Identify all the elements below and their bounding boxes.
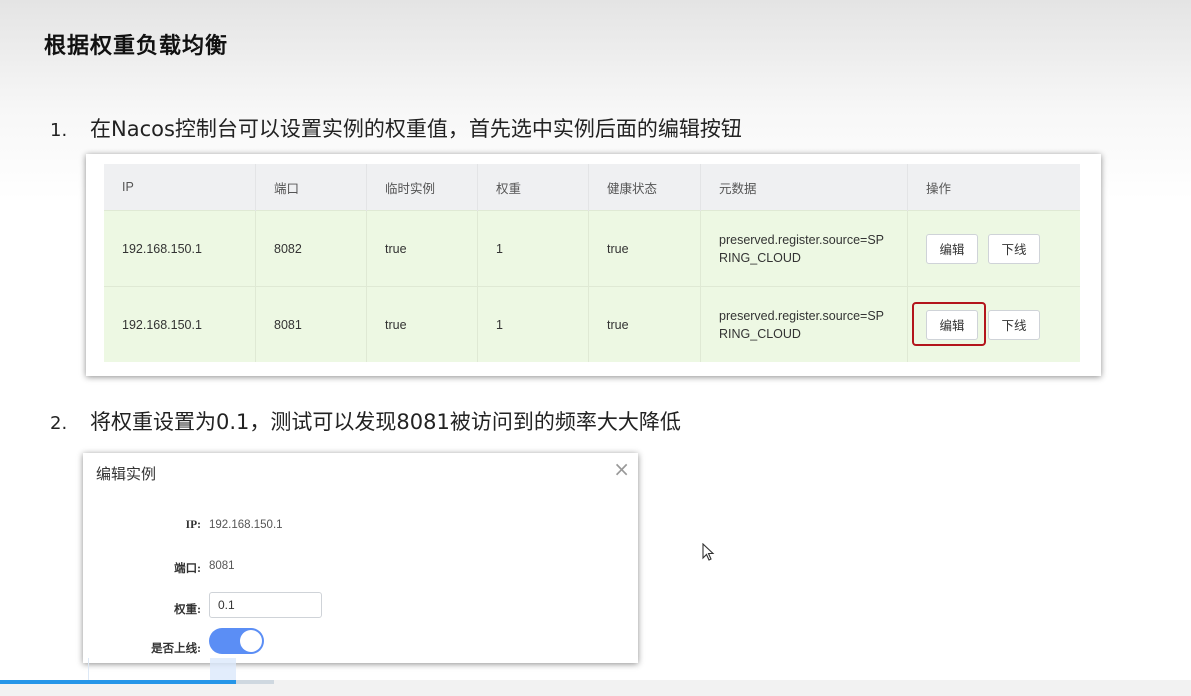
cell-metadata: preserved.register.source=SPRING_CLOUD bbox=[700, 210, 908, 287]
cell-ephemeral: true bbox=[366, 210, 478, 287]
weight-label: 权重: bbox=[174, 604, 201, 616]
cell-weight: 1 bbox=[477, 210, 589, 287]
cell-port: 8082 bbox=[255, 210, 367, 287]
edit-button-highlight bbox=[912, 302, 986, 346]
table-header-row: IP 端口 临时实例 权重 健康状态 元数据 操作 bbox=[104, 164, 1080, 211]
dialog-title: 编辑实例 bbox=[96, 465, 157, 483]
col-header-healthy: 健康状态 bbox=[588, 164, 701, 211]
weight-input[interactable] bbox=[209, 592, 322, 618]
step-2-text: 将权重设置为0.1，测试可以发现8081被访问到的频率大大降低 bbox=[90, 410, 681, 434]
cell-healthy: true bbox=[588, 286, 701, 362]
step-2: 2. 将权重设置为0.1，测试可以发现8081被访问到的频率大大降低 bbox=[50, 406, 681, 436]
edit-button[interactable]: 编辑 bbox=[926, 233, 978, 264]
col-header-port: 端口 bbox=[255, 164, 367, 211]
edit-instance-dialog: 编辑实例 × IP: 192.168.150.1 端口: 8081 权重: 是否… bbox=[83, 453, 638, 663]
cell-ip: 192.168.150.1 bbox=[104, 210, 256, 287]
port-label: 端口: bbox=[174, 563, 201, 575]
cell-weight: 1 bbox=[477, 286, 589, 362]
col-header-actions: 操作 bbox=[907, 164, 1080, 211]
step-1-number: 1. bbox=[50, 120, 68, 141]
cell-healthy: true bbox=[588, 210, 701, 287]
online-label: 是否上线: bbox=[151, 643, 201, 655]
ip-label: IP: bbox=[185, 519, 201, 531]
offline-button[interactable]: 下线 bbox=[988, 309, 1040, 340]
page-title: 根据权重负载均衡 bbox=[44, 34, 229, 59]
toggle-knob bbox=[240, 630, 262, 652]
cell-ip: 192.168.150.1 bbox=[104, 286, 256, 362]
step-1-text: 在Nacos控制台可以设置实例的权重值，首先选中实例后面的编辑按钮 bbox=[90, 117, 742, 141]
ip-value: 192.168.150.1 bbox=[209, 519, 283, 531]
mouse-cursor-icon bbox=[702, 543, 715, 561]
step-1: 1. 在Nacos控制台可以设置实例的权重值，首先选中实例后面的编辑按钮 bbox=[50, 113, 742, 143]
video-progress-fill bbox=[0, 680, 236, 684]
cell-ephemeral: true bbox=[366, 286, 478, 362]
close-icon[interactable]: × bbox=[613, 457, 630, 481]
col-header-weight: 权重 bbox=[477, 164, 589, 211]
video-marker bbox=[88, 658, 89, 680]
cell-metadata: preserved.register.source=SPRING_CLOUD bbox=[700, 286, 908, 362]
table-row: 192.168.150.1 8082 true 1 true preserved… bbox=[104, 210, 1080, 287]
col-header-metadata: 元数据 bbox=[700, 164, 908, 211]
cell-port: 8081 bbox=[255, 286, 367, 362]
online-toggle[interactable] bbox=[209, 628, 264, 654]
port-value: 8081 bbox=[209, 560, 235, 572]
video-marker-highlight bbox=[210, 658, 236, 680]
col-header-ephemeral: 临时实例 bbox=[366, 164, 478, 211]
step-2-number: 2. bbox=[50, 413, 68, 434]
offline-button[interactable]: 下线 bbox=[988, 233, 1040, 264]
video-progress-bar[interactable] bbox=[0, 680, 1191, 696]
video-buffer bbox=[236, 680, 274, 684]
col-header-ip: IP bbox=[104, 164, 256, 211]
cell-actions: 编辑 下线 bbox=[907, 210, 1080, 287]
